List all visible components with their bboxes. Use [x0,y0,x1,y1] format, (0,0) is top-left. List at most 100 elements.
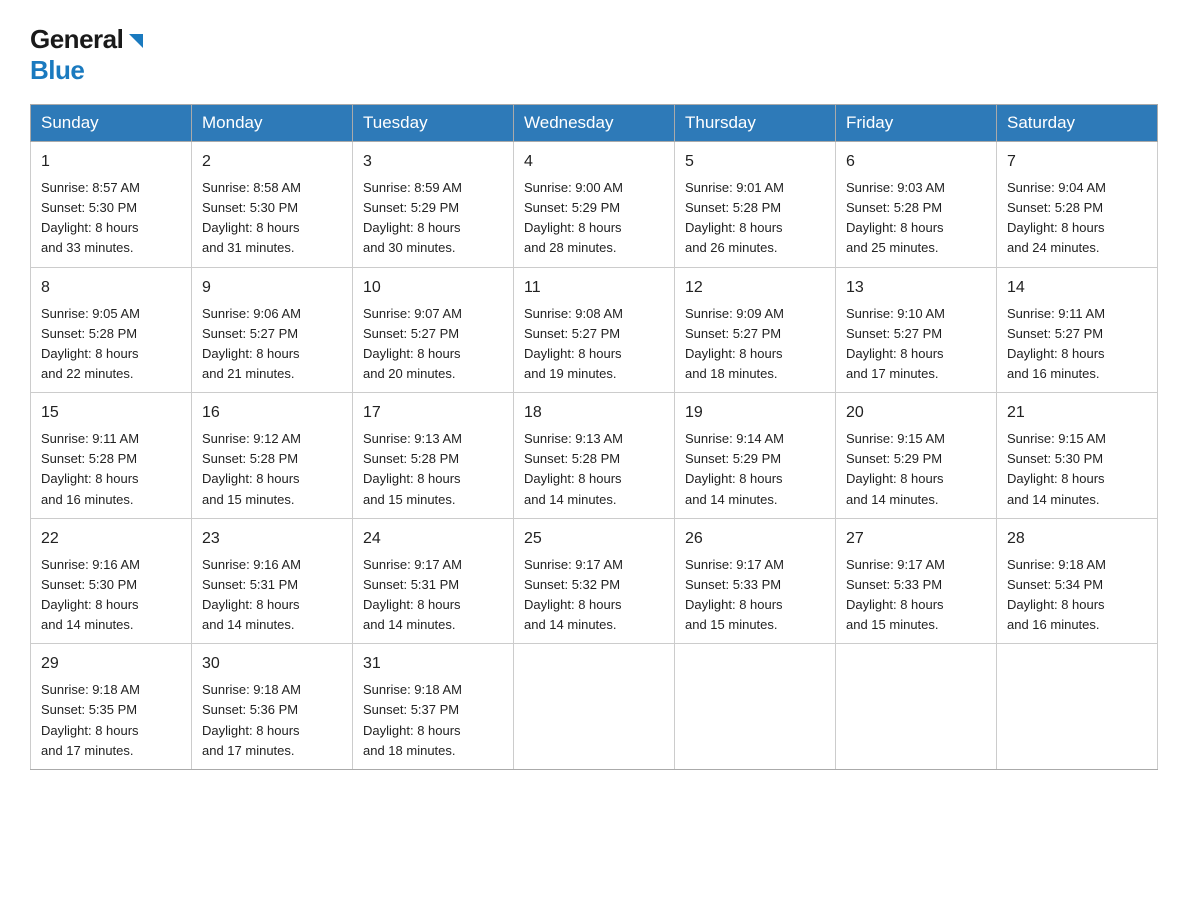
logo-blue-text: Blue [30,55,84,85]
day-info: Sunrise: 9:17 AMSunset: 5:33 PMDaylight:… [685,557,784,632]
day-number: 15 [41,401,181,425]
day-info: Sunrise: 9:14 AMSunset: 5:29 PMDaylight:… [685,431,784,506]
day-info: Sunrise: 9:15 AMSunset: 5:29 PMDaylight:… [846,431,945,506]
calendar-day-cell: 8 Sunrise: 9:05 AMSunset: 5:28 PMDaylight… [31,267,192,393]
calendar-day-cell: 23Sunrise: 9:16 AMSunset: 5:31 PMDayligh… [192,518,353,644]
day-info: Sunrise: 9:13 AMSunset: 5:28 PMDaylight:… [363,431,462,506]
day-info: Sunrise: 8:58 AMSunset: 5:30 PMDaylight:… [202,180,301,255]
day-number: 27 [846,527,986,551]
calendar-week-row: 8 Sunrise: 9:05 AMSunset: 5:28 PMDaylight… [31,267,1158,393]
day-info: Sunrise: 9:12 AMSunset: 5:28 PMDaylight:… [202,431,301,506]
calendar-table: SundayMondayTuesdayWednesdayThursdayFrid… [30,104,1158,770]
day-number: 9 [202,276,342,300]
calendar-day-cell: 13 Sunrise: 9:10 AMSunset: 5:27 PMDayligh… [836,267,997,393]
calendar-day-cell: 9Sunrise: 9:06 AMSunset: 5:27 PMDaylight… [192,267,353,393]
day-info: Sunrise: 9:17 AMSunset: 5:33 PMDaylight:… [846,557,945,632]
logo-triangle-icon [125,30,147,52]
day-info: Sunrise: 9:04 AMSunset: 5:28 PMDaylight:… [1007,180,1106,255]
day-info: Sunrise: 9:03 AMSunset: 5:28 PMDaylight:… [846,180,945,255]
calendar-day-cell: 21 Sunrise: 9:15 AMSunset: 5:30 PMDayligh… [997,393,1158,519]
calendar-day-cell: 12 Sunrise: 9:09 AMSunset: 5:27 PMDayligh… [675,267,836,393]
day-info: Sunrise: 9:15 AMSunset: 5:30 PMDaylight:… [1007,431,1106,506]
day-number: 17 [363,401,503,425]
calendar-day-cell: 3 Sunrise: 8:59 AMSunset: 5:29 PMDaylight… [353,142,514,268]
calendar-week-row: 22 Sunrise: 9:16 AMSunset: 5:30 PMDayligh… [31,518,1158,644]
logo: General Blue [30,24,147,86]
day-number: 12 [685,276,825,300]
day-info: Sunrise: 9:18 AMSunset: 5:34 PMDaylight:… [1007,557,1106,632]
page-header: General Blue [30,24,1158,86]
logo-general-text: General [30,24,123,55]
day-number: 16 [202,401,342,425]
day-number: 24 [363,527,503,551]
calendar-day-cell: 27 Sunrise: 9:17 AMSunset: 5:33 PMDayligh… [836,518,997,644]
day-number: 3 [363,150,503,174]
calendar-empty-cell [514,644,675,770]
day-number: 30 [202,652,342,676]
day-info: Sunrise: 9:08 AMSunset: 5:27 PMDaylight:… [524,306,623,381]
day-number: 5 [685,150,825,174]
calendar-day-cell: 28 Sunrise: 9:18 AMSunset: 5:34 PMDayligh… [997,518,1158,644]
day-number: 21 [1007,401,1147,425]
day-number: 22 [41,527,181,551]
day-number: 14 [1007,276,1147,300]
calendar-day-cell: 15 Sunrise: 9:11 AMSunset: 5:28 PMDayligh… [31,393,192,519]
calendar-day-cell: 19 Sunrise: 9:14 AMSunset: 5:29 PMDayligh… [675,393,836,519]
day-info: Sunrise: 9:09 AMSunset: 5:27 PMDaylight:… [685,306,784,381]
day-info: Sunrise: 9:17 AMSunset: 5:31 PMDaylight:… [363,557,462,632]
calendar-empty-cell [836,644,997,770]
day-info: Sunrise: 9:17 AMSunset: 5:32 PMDaylight:… [524,557,623,632]
calendar-header-row: SundayMondayTuesdayWednesdayThursdayFrid… [31,105,1158,142]
calendar-header-wednesday: Wednesday [514,105,675,142]
day-number: 25 [524,527,664,551]
calendar-week-row: 29Sunrise: 9:18 AMSunset: 5:35 PMDayligh… [31,644,1158,770]
calendar-day-cell: 25 Sunrise: 9:17 AMSunset: 5:32 PMDayligh… [514,518,675,644]
day-info: Sunrise: 8:57 AMSunset: 5:30 PMDaylight:… [41,180,140,255]
day-number: 2 [202,150,342,174]
calendar-day-cell: 18Sunrise: 9:13 AMSunset: 5:28 PMDayligh… [514,393,675,519]
calendar-day-cell: 26 Sunrise: 9:17 AMSunset: 5:33 PMDayligh… [675,518,836,644]
day-info: Sunrise: 9:05 AMSunset: 5:28 PMDaylight:… [41,306,140,381]
calendar-header-tuesday: Tuesday [353,105,514,142]
day-number: 31 [363,652,503,676]
day-number: 8 [41,276,181,300]
calendar-week-row: 1 Sunrise: 8:57 AMSunset: 5:30 PMDaylight… [31,142,1158,268]
day-info: Sunrise: 9:18 AMSunset: 5:36 PMDaylight:… [202,682,301,757]
day-number: 23 [202,527,342,551]
day-info: Sunrise: 9:07 AMSunset: 5:27 PMDaylight:… [363,306,462,381]
calendar-day-cell: 4Sunrise: 9:00 AMSunset: 5:29 PMDaylight… [514,142,675,268]
calendar-day-cell: 31 Sunrise: 9:18 AMSunset: 5:37 PMDayligh… [353,644,514,770]
day-number: 19 [685,401,825,425]
calendar-day-cell: 17 Sunrise: 9:13 AMSunset: 5:28 PMDayligh… [353,393,514,519]
day-number: 13 [846,276,986,300]
calendar-header-thursday: Thursday [675,105,836,142]
calendar-header-friday: Friday [836,105,997,142]
day-number: 4 [524,150,664,174]
day-info: Sunrise: 9:16 AMSunset: 5:30 PMDaylight:… [41,557,140,632]
calendar-header-monday: Monday [192,105,353,142]
day-number: 6 [846,150,986,174]
day-number: 10 [363,276,503,300]
day-info: Sunrise: 9:11 AMSunset: 5:27 PMDaylight:… [1007,306,1105,381]
calendar-day-cell: 24 Sunrise: 9:17 AMSunset: 5:31 PMDayligh… [353,518,514,644]
calendar-week-row: 15 Sunrise: 9:11 AMSunset: 5:28 PMDayligh… [31,393,1158,519]
day-number: 20 [846,401,986,425]
day-info: Sunrise: 9:01 AMSunset: 5:28 PMDaylight:… [685,180,784,255]
calendar-day-cell: 20 Sunrise: 9:15 AMSunset: 5:29 PMDayligh… [836,393,997,519]
day-info: Sunrise: 9:10 AMSunset: 5:27 PMDaylight:… [846,306,945,381]
calendar-header-saturday: Saturday [997,105,1158,142]
day-number: 11 [524,276,664,300]
day-number: 29 [41,652,181,676]
calendar-header-sunday: Sunday [31,105,192,142]
day-info: Sunrise: 9:18 AMSunset: 5:37 PMDaylight:… [363,682,462,757]
calendar-day-cell: 5 Sunrise: 9:01 AMSunset: 5:28 PMDaylight… [675,142,836,268]
day-number: 28 [1007,527,1147,551]
day-number: 1 [41,150,181,174]
day-number: 26 [685,527,825,551]
calendar-day-cell: 6 Sunrise: 9:03 AMSunset: 5:28 PMDaylight… [836,142,997,268]
day-info: Sunrise: 9:11 AMSunset: 5:28 PMDaylight:… [41,431,139,506]
calendar-day-cell: 1 Sunrise: 8:57 AMSunset: 5:30 PMDaylight… [31,142,192,268]
calendar-day-cell: 22 Sunrise: 9:16 AMSunset: 5:30 PMDayligh… [31,518,192,644]
calendar-day-cell: 30 Sunrise: 9:18 AMSunset: 5:36 PMDayligh… [192,644,353,770]
day-info: Sunrise: 8:59 AMSunset: 5:29 PMDaylight:… [363,180,462,255]
